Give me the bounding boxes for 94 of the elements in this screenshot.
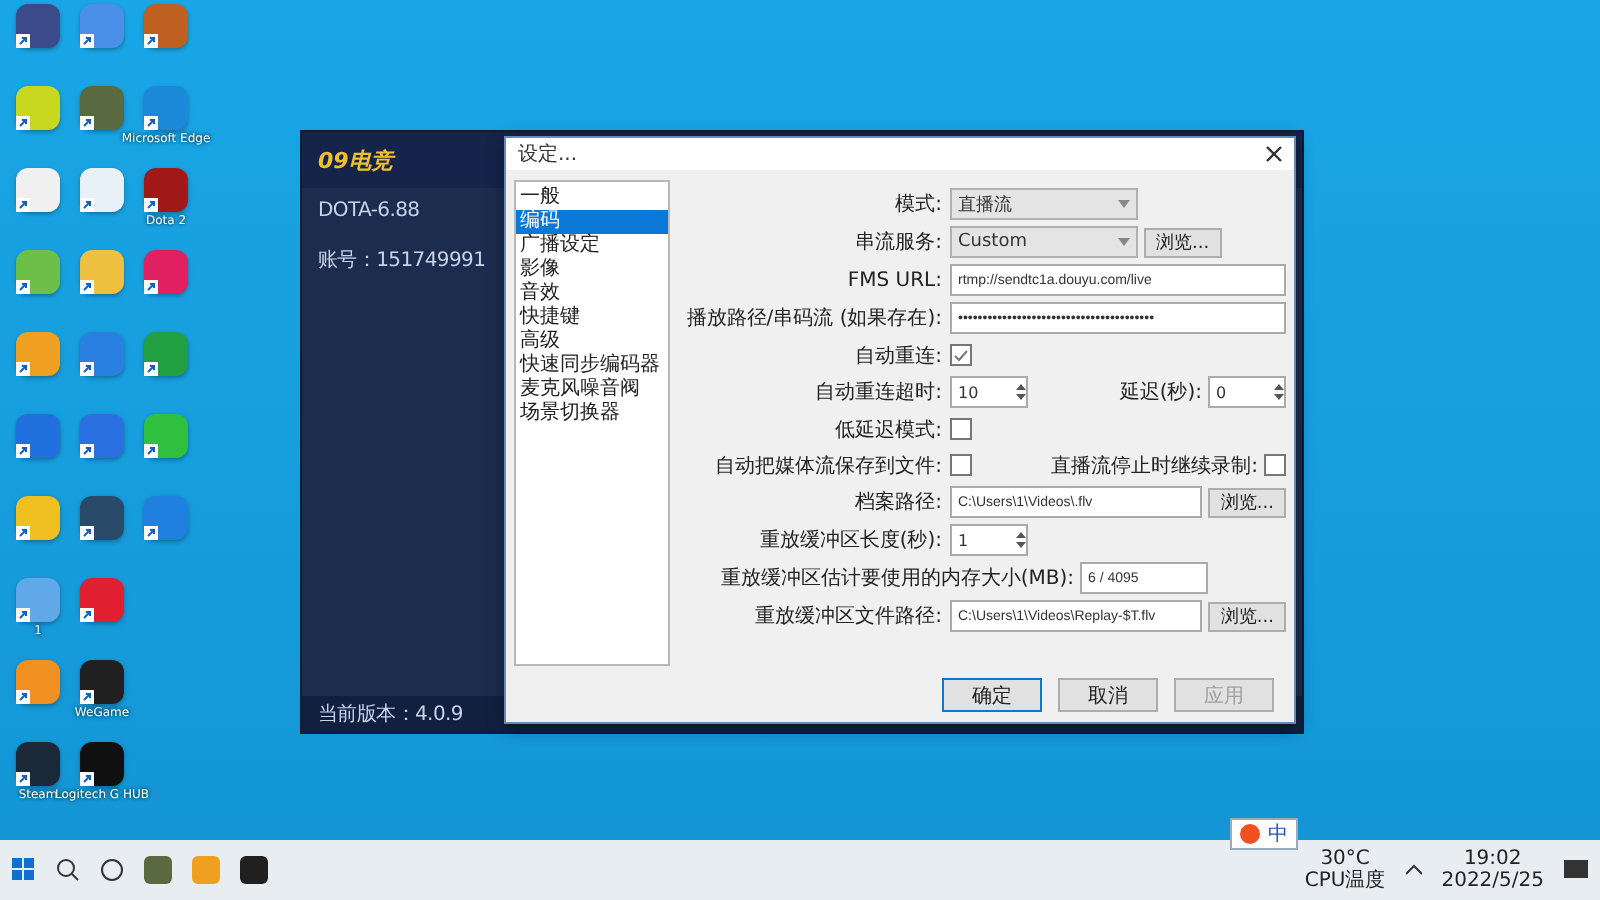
shortcut-arrow-icon [144,280,158,294]
window-title: 设定... [518,141,578,168]
checkbox[interactable] [950,344,972,366]
windows-icon[interactable] [12,858,36,882]
version-text: 当前版本：4.0.9 [318,701,463,728]
setting-label: 播放路径/串码流 (如果存在): [684,305,942,332]
browse-button[interactable]: 浏览... [1208,487,1286,517]
dialog-button[interactable]: 取消 [1058,678,1158,712]
setting-label: 重放缓冲区估计要使用的内存大小(MB): [720,565,1074,592]
number-spinner[interactable]: 10 [950,376,1028,408]
shortcut-arrow-icon [16,772,30,786]
dropdown[interactable]: Custom [950,226,1138,258]
caret-icon [1118,200,1130,208]
spin-arrows-icon[interactable] [1274,382,1284,402]
spin-arrows-icon[interactable] [1016,382,1026,402]
shortcut-arrow-icon [144,526,158,540]
shortcut-arrow-icon [16,116,30,130]
setting-label: 自动重连: [853,343,942,369]
setting-label: 直播流停止时继续录制: [1051,453,1258,479]
shortcut-arrow-icon [144,198,158,212]
category-item[interactable]: 快速同步编码器 [516,354,668,378]
close-icon[interactable] [1266,146,1282,162]
category-item[interactable]: 高级 [516,330,668,354]
shortcut-arrow-icon [16,608,30,622]
category-item[interactable]: 影像 [516,258,668,282]
app-icon[interactable] [144,168,188,212]
input-mode[interactable]: 中 [1268,820,1288,848]
setting-label: 自动把媒体流保存到文件: [713,453,942,479]
temperature-text: 30°C [1320,848,1370,870]
setting-label: 自动重连超时: [813,379,942,406]
shortcut-arrow-icon [144,362,158,376]
shortcut-arrow-icon [144,34,158,48]
setting-label: 重放缓冲区长度(秒): [757,527,942,554]
shortcut-arrow-icon [16,444,30,458]
shortcut-arrow-icon [80,526,94,540]
account-text: 账号：151749991 [318,247,486,274]
number-spinner[interactable]: 1 [950,524,1028,556]
checkbox[interactable] [950,418,972,440]
task-view-icon[interactable] [100,858,124,882]
shortcut-arrow-icon [80,198,94,212]
shortcut-arrow-icon [16,34,30,48]
app-icon[interactable] [80,742,124,786]
shortcut-arrow-icon [80,280,94,294]
shortcut-arrow-icon [80,34,94,48]
app-icon[interactable] [16,742,60,786]
app-icon[interactable] [16,4,60,48]
checkbox[interactable] [950,454,972,476]
setting-label: 延迟(秒): [1119,379,1202,406]
shortcut-arrow-icon [80,444,94,458]
shortcut-arrow-icon [80,608,94,622]
shortcut-arrow-icon [80,362,94,376]
browse-button[interactable]: 浏览... [1144,227,1222,257]
browse-button[interactable]: 浏览... [1208,601,1286,631]
shortcut-arrow-icon [16,690,30,704]
app-icon[interactable] [80,660,124,704]
setting-label: 低延迟模式: [833,417,942,443]
shortcut-arrow-icon [80,116,94,130]
shortcut-arrow-icon [16,362,30,376]
shortcut-arrow-icon [16,280,30,294]
clock-date[interactable]: 2022/5/25 [1441,870,1544,892]
dropdown[interactable]: 直播流 [950,188,1138,220]
taskbar-app-icon[interactable] [240,856,268,884]
category-item[interactable]: 快捷键 [516,306,668,330]
caret-icon [1118,238,1130,246]
search-icon[interactable] [56,858,80,882]
dialog-button[interactable]: 确定 [942,678,1042,712]
app-logo: 09电竞 [318,145,393,175]
shortcut-arrow-icon [16,526,30,540]
app-icon[interactable] [80,578,124,622]
shortcut-arrow-icon [80,772,94,786]
category-item[interactable]: 场景切换器 [516,402,668,426]
setting-label: 模式: [893,191,942,218]
setting-label: 串流服务: [853,229,942,256]
spin-arrows-icon[interactable] [1016,530,1026,550]
app-icon[interactable] [80,496,124,540]
setting-label: FMS URL: [845,269,942,291]
shortcut-arrow-icon [80,690,94,704]
chevron-up-icon[interactable] [1405,864,1422,876]
category-item[interactable]: 麦克风噪音阀 [516,378,668,402]
notification-icon[interactable] [1564,860,1588,880]
shortcut-arrow-icon [144,116,158,130]
category-item[interactable]: 广播设定 [516,234,668,258]
shortcut-arrow-icon [144,444,158,458]
setting-label: 重放缓冲区文件路径: [753,603,942,630]
sensor-label: CPU温度 [1304,870,1386,892]
category-item[interactable]: 音效 [516,282,668,306]
number-spinner[interactable]: 0 [1208,376,1286,408]
category-item[interactable]: 编码 [516,210,668,234]
checkbox[interactable] [1264,454,1286,476]
shortcut-arrow-icon [16,198,30,212]
category-item[interactable]: 一般 [516,186,668,210]
game-name: DOTA-6.88 [318,200,420,222]
setting-label: 档案路径: [853,489,942,516]
clock-time[interactable]: 19:02 [1463,848,1522,870]
